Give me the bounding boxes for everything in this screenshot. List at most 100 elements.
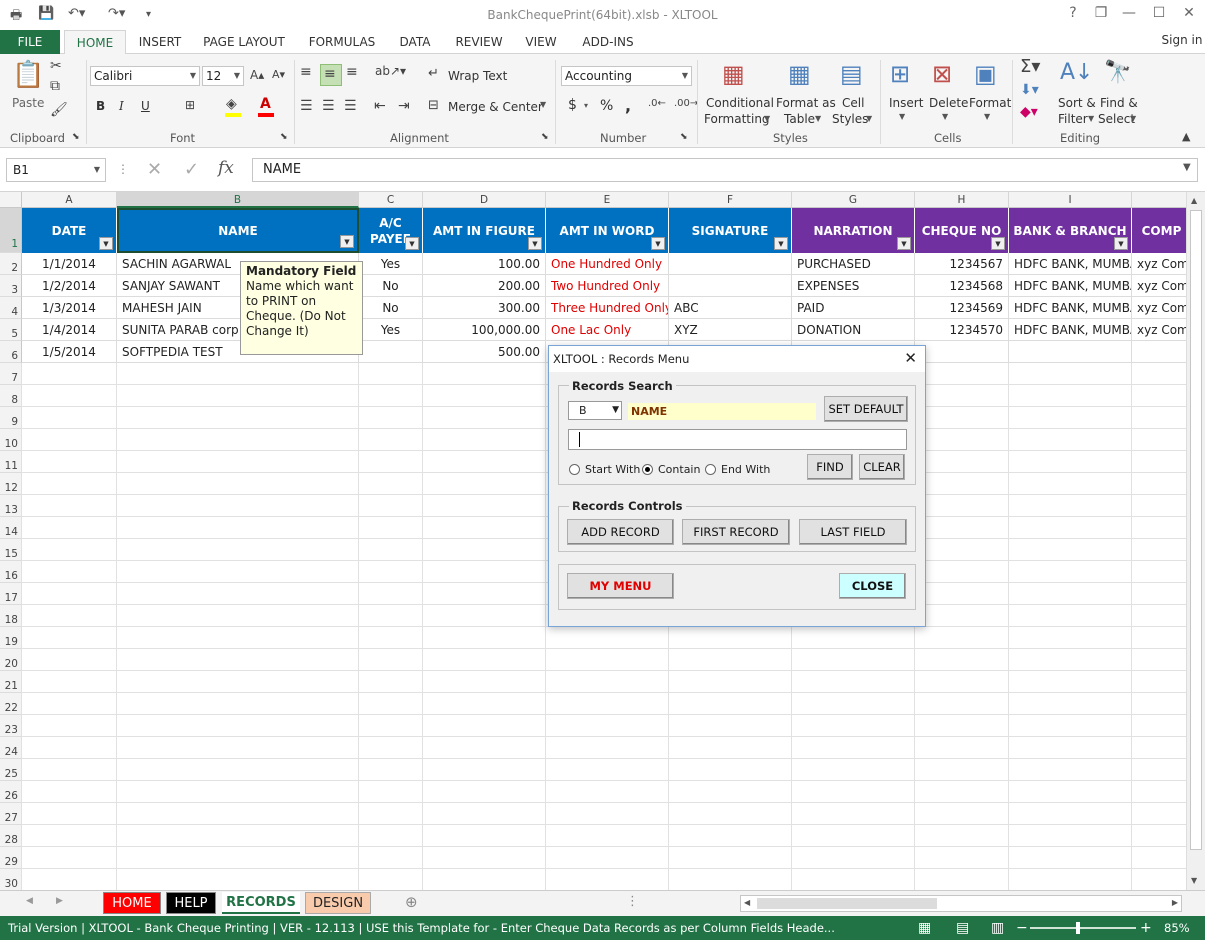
conditional-formatting-icon[interactable]: ▦ [722,60,745,88]
table-header-cell[interactable]: CHEQUE NO ▼ [915,208,1009,253]
table-header-cell[interactable]: DATE ▼ [22,208,117,253]
sheet-tab-home[interactable]: HOME [103,892,161,914]
normal-view-icon[interactable]: ▦ [918,916,931,940]
table-cell[interactable]: HDFC BANK, MUMBA [1009,253,1132,275]
table-cell[interactable]: xyz Com [1132,319,1186,341]
table-header-cell[interactable]: NARRATION ▼ [792,208,915,253]
conditional-formatting-label-1[interactable]: Conditional [706,96,774,110]
table-cell[interactable] [669,275,792,297]
cell-styles-label-1[interactable]: Cell [842,96,864,110]
table-cell[interactable]: 1/5/2014 [22,341,117,363]
add-record-button[interactable]: ADD RECORD [567,519,674,545]
number-format-combo[interactable]: Accounting ▼ [561,66,692,86]
table-cell[interactable]: PURCHASED [792,253,915,275]
table-header-cell[interactable]: AMT IN WORD ▼ [546,208,669,253]
table-cell[interactable]: 1/2/2014 [22,275,117,297]
dialog-close-icon[interactable]: ✕ [904,349,917,367]
enter-icon[interactable]: ✓ [184,159,199,180]
table-cell[interactable] [669,253,792,275]
sort-filter-icon[interactable]: A↓ [1060,60,1093,85]
close-window-button[interactable]: ✕ [1177,5,1201,21]
italic-button[interactable]: I [119,99,124,113]
table-cell[interactable]: 200.00 [423,275,546,297]
align-right-icon[interactable]: ☰ [344,98,357,114]
table-header-cell[interactable]: NAME ▼ [117,208,359,253]
zoom-slider[interactable] [1030,927,1136,929]
chevron-down-icon[interactable]: ▾ [584,101,588,110]
table-cell[interactable]: 500.00 [423,341,546,363]
table-cell[interactable]: No [359,275,423,297]
table-cell[interactable]: xyz Com [1132,275,1186,297]
sheet-tab-design[interactable]: DESIGN [305,892,371,914]
horizontal-scrollbar[interactable]: ◀ ▶ [740,895,1182,912]
tab-review[interactable]: REVIEW [448,30,510,54]
column-header[interactable]: C [359,192,423,208]
row-header[interactable]: 24 [0,737,22,759]
format-as-table-label-1[interactable]: Format as [776,96,836,110]
chevron-down-icon[interactable]: ▼ [866,114,872,123]
row-header[interactable]: 25 [0,759,22,781]
table-cell[interactable]: 100.00 [423,253,546,275]
copy-icon[interactable]: ⧉ [50,78,60,94]
column-header[interactable]: F [669,192,792,208]
column-header[interactable]: I [1009,192,1132,208]
table-header-cell[interactable]: A/C PAYEE ▼ [359,208,423,253]
row-header[interactable]: 23 [0,715,22,737]
delete-cells-button[interactable]: Delete [929,96,968,110]
zoom-in-icon[interactable]: + [1140,916,1152,940]
table-cell[interactable]: 1234568 [915,275,1009,297]
table-header-cell[interactable]: AMT IN FIGURE ▼ [423,208,546,253]
row-header[interactable]: 29 [0,847,22,869]
align-top-icon[interactable]: ≡ [300,64,312,80]
row-header[interactable]: 22 [0,693,22,715]
table-cell[interactable] [359,341,423,363]
filter-dropdown-icon[interactable]: ▼ [774,237,788,250]
table-cell[interactable]: Two Hundred Only [546,275,669,297]
zoom-slider-thumb[interactable] [1076,922,1080,934]
fill-color-icon[interactable]: ◈ [226,96,237,112]
table-cell[interactable]: DONATION [792,319,915,341]
column-select[interactable]: B ▼ [568,401,622,420]
table-cell[interactable]: 1/3/2014 [22,297,117,319]
tab-view[interactable]: VIEW [518,30,564,54]
table-cell[interactable] [1132,341,1186,363]
help-button[interactable]: ? [1061,5,1085,21]
row-header[interactable]: 8 [0,385,22,407]
increase-decimal-icon[interactable]: .0← [648,98,666,109]
decrease-decimal-icon[interactable]: .00→ [674,98,698,109]
orientation-icon[interactable]: ab↗▾ [375,64,406,78]
column-header[interactable]: H [915,192,1009,208]
tab-data[interactable]: DATA [392,30,438,54]
filter-dropdown-icon[interactable]: ▼ [651,237,665,250]
comma-button[interactable]: , [625,96,631,115]
row-header[interactable]: 1 [0,208,22,253]
clipboard-launcher-icon[interactable]: ⬊ [72,132,80,142]
scroll-thumb[interactable] [1190,210,1202,850]
sheet-tab-help[interactable]: HELP [166,892,216,914]
tab-file[interactable]: FILE [0,30,60,54]
zoom-out-icon[interactable]: − [1016,916,1028,940]
paste-icon[interactable]: 📋 [12,60,44,90]
column-header[interactable]: B [117,192,359,208]
minimize-button[interactable]: — [1117,5,1141,21]
ribbon-display-button[interactable]: ❐ [1089,5,1113,21]
format-painter-icon[interactable]: 🖌 [50,102,68,118]
chevron-down-icon[interactable]: ▼ [764,114,770,123]
row-header[interactable]: 11 [0,451,22,473]
table-cell[interactable] [1009,341,1132,363]
conditional-formatting-label-2[interactable]: Formatting [704,112,770,126]
format-as-table-label-2[interactable]: Table [784,112,815,126]
scroll-up-icon[interactable]: ▲ [1191,196,1197,205]
filter-dropdown-icon[interactable]: ▼ [991,237,1005,250]
row-header[interactable]: 17 [0,583,22,605]
row-header[interactable]: 4 [0,297,22,319]
font-color-icon[interactable]: A [260,96,271,112]
table-cell[interactable]: ABC [669,297,792,319]
shrink-font-icon[interactable]: A▾ [272,68,285,81]
scroll-left-icon[interactable]: ◀ [744,898,750,907]
table-header-cell[interactable]: BANK & BRANCH ▼ [1009,208,1132,253]
merge-center-button[interactable]: Merge & Center [448,100,543,114]
cut-icon[interactable]: ✂ [50,58,62,74]
scroll-tabs-right-icon[interactable]: ▶ [56,896,63,906]
page-break-view-icon[interactable]: ▥ [991,916,1004,940]
